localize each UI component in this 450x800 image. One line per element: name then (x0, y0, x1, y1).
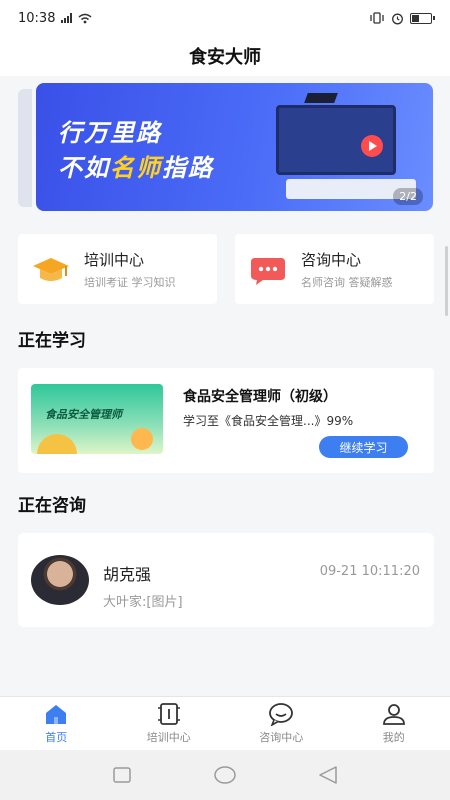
consult-center-card[interactable]: 咨询中心 名师咨询 答疑解惑 (235, 234, 434, 304)
vibrate-icon (370, 12, 384, 24)
tab-mine-label: 我的 (382, 731, 405, 744)
course-thumbnail-title: 食品安全管理师 (45, 408, 122, 421)
user-icon (382, 704, 405, 725)
training-center-title: 培训中心 (84, 250, 145, 269)
triangle-back-icon (319, 766, 338, 784)
status-left: 10:38 (18, 11, 92, 26)
consultation-item[interactable]: 胡克强 09-21 10:11:20 大叶家:[图片] (18, 533, 434, 627)
last-message: 大叶家:[图片] (103, 595, 183, 610)
banner-prev-peek (18, 89, 32, 207)
battery-icon (410, 12, 435, 24)
thumbnail-decoration (37, 434, 77, 454)
training-center-text: 培训中心 培训考证 学习知识 (84, 249, 176, 290)
status-time: 10:38 (18, 10, 56, 26)
avatar (31, 555, 89, 605)
tab-home[interactable]: 首页 (0, 697, 113, 750)
consultant-name: 胡克强 (103, 565, 152, 584)
learning-section-title: 正在学习 (18, 331, 86, 351)
course-thumbnail: 食品安全管理师 (31, 384, 163, 454)
continue-learning-button[interactable]: 继续学习 (319, 436, 408, 458)
circle-icon (214, 766, 236, 784)
course-progress: 学习至《食品安全管理...》99% (183, 414, 354, 428)
page-title: 食安大师 (189, 47, 261, 68)
training-center-subtitle: 培训考证 学习知识 (84, 275, 176, 289)
course-name: 食品安全管理师（初级） (183, 389, 337, 405)
tab-consult[interactable]: 咨询中心 (225, 697, 338, 750)
consultation-time: 09-21 10:11:20 (319, 564, 420, 579)
recent-apps-button[interactable] (110, 765, 134, 785)
play-icon (361, 135, 383, 157)
training-icon (157, 703, 180, 725)
signal-icon (61, 13, 73, 23)
graduation-cap-icon (32, 250, 70, 288)
banner-line2-suffix: 指路 (162, 154, 214, 182)
wifi-icon (78, 13, 92, 23)
bottom-tab-bar: 首页 培训中心 咨询中心 我的 (0, 696, 450, 750)
scrollbar[interactable] (445, 246, 448, 316)
quick-entries: 培训中心 培训考证 学习知识 咨询中心 名师咨询 答疑解惑 (18, 234, 434, 304)
status-right (369, 12, 435, 25)
banner-page-indicator: 2/2 (393, 188, 423, 205)
chat-bubble-icon (249, 250, 287, 288)
banner-line1: 行万里路 (58, 119, 162, 147)
consult-center-title: 咨询中心 (301, 250, 362, 269)
consult-center-text: 咨询中心 名师咨询 答疑解惑 (301, 249, 393, 290)
home-button[interactable] (213, 765, 237, 785)
graduation-cap-illustration (304, 93, 338, 103)
tab-training[interactable]: 培训中心 (113, 697, 226, 750)
back-button[interactable] (316, 765, 340, 785)
tab-training-label: 培训中心 (146, 731, 191, 744)
thumbnail-figure (131, 428, 153, 450)
banner-line2: 不如名师指路 (58, 148, 214, 183)
square-icon (112, 767, 131, 783)
status-bar: 10:38 (0, 0, 450, 36)
tab-mine[interactable]: 我的 (338, 697, 450, 750)
home-icon (46, 705, 67, 724)
chat-icon (269, 703, 294, 726)
alarm-icon (392, 13, 403, 24)
consult-center-subtitle: 名师咨询 答疑解惑 (301, 275, 393, 289)
app-header: 食安大师 (0, 36, 450, 76)
banner-line2-highlight: 名师 (110, 154, 162, 182)
training-center-card[interactable]: 培训中心 培训考证 学习知识 (18, 234, 217, 304)
tab-home-label: 首页 (45, 731, 68, 744)
system-nav-bar (0, 750, 450, 800)
tab-consult-label: 咨询中心 (259, 731, 304, 744)
banner-slide[interactable]: 行万里路 不如名师指路 2/2 (36, 83, 433, 211)
learning-course-card[interactable]: 食品安全管理师 食品安全管理师（初级） 学习至《食品安全管理...》99% 继续… (18, 368, 434, 473)
banner-carousel[interactable]: 行万里路 不如名师指路 2/2 (18, 83, 433, 213)
consulting-section-title: 正在咨询 (18, 496, 86, 516)
banner-line2-prefix: 不如 (58, 154, 110, 182)
